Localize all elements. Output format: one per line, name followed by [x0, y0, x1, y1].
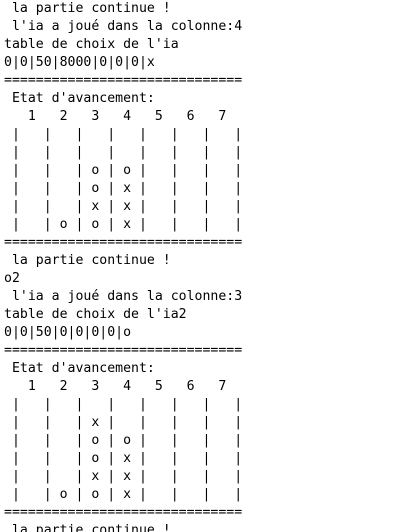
console-line: 0|0|50|0|0|0|0|o — [4, 325, 132, 340]
console-line: l'ia a joué dans la colonne:4 — [4, 19, 243, 34]
console-line: | | | x | x | | | | — [4, 469, 243, 484]
console-line: | | | o | x | | | | — [4, 451, 243, 466]
console-line: ============================== — [4, 343, 243, 358]
console-line: o2 — [4, 271, 20, 286]
console-line: | | | o | x | | | | — [4, 181, 243, 196]
console-text: la partie continue ! l'ia a joué dans la… — [0, 0, 419, 532]
console-line: | | o | o | x | | | | — [4, 487, 243, 502]
console-line: ============================== — [4, 235, 243, 250]
console-line: | | | | | | | | — [4, 397, 243, 412]
console-line: 0|0|50|8000|0|0|0|x — [4, 55, 155, 70]
console-line: ============================== — [4, 505, 243, 520]
console-line: la partie continue ! — [4, 523, 171, 532]
console-line: table de choix de l'ia2 — [4, 307, 187, 322]
console-line: | | | | | | | | — [4, 127, 243, 142]
console-line: Etat d'avancement: — [4, 361, 155, 376]
console-line: | | o | o | x | | | | — [4, 217, 243, 232]
console-line: | | | o | o | | | | — [4, 433, 243, 448]
console-line: table de choix de l'ia — [4, 37, 179, 52]
console-line: ============================== — [4, 73, 243, 88]
console-line: | | | o | o | | | | — [4, 163, 243, 178]
console-output: la partie continue ! l'ia a joué dans la… — [0, 0, 419, 532]
console-line: la partie continue ! — [4, 253, 171, 268]
console-line: | | | x | x | | | | — [4, 199, 243, 214]
console-line: l'ia a joué dans la colonne:3 — [4, 289, 243, 304]
console-line: | | | x | | | | | — [4, 415, 243, 430]
console-line: 1 2 3 4 5 6 7 — [4, 379, 227, 394]
console-line: Etat d'avancement: — [4, 91, 155, 106]
console-line: la partie continue ! — [4, 1, 171, 16]
console-line: 1 2 3 4 5 6 7 — [4, 109, 227, 124]
console-line: | | | | | | | | — [4, 145, 243, 160]
